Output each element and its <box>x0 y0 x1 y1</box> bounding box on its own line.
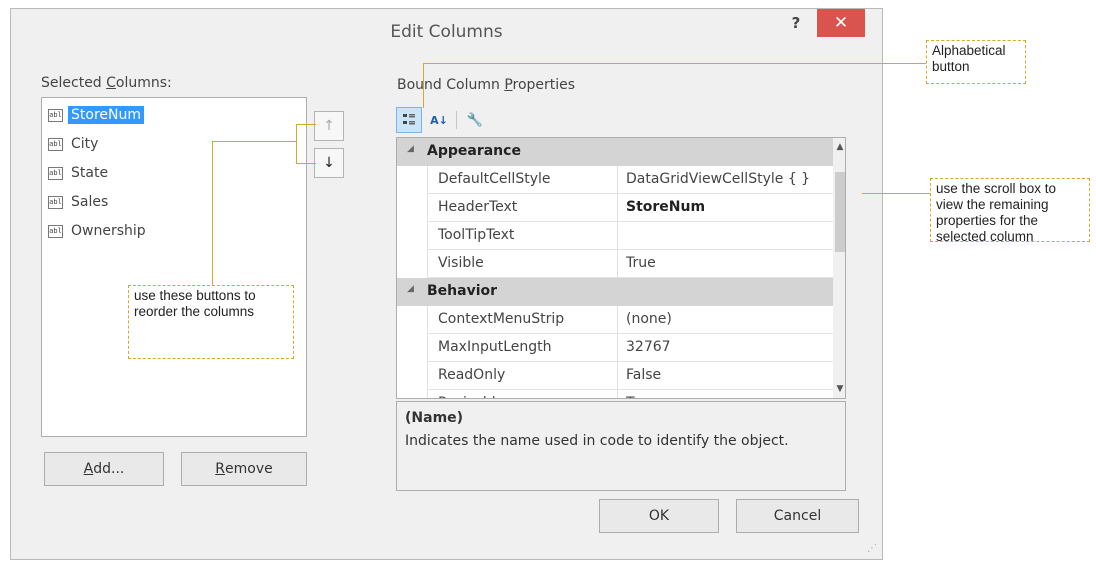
callout-scroll: use the scroll box to view the remaining… <box>930 178 1090 244</box>
property-name: Visible <box>427 250 617 278</box>
callout-line <box>212 141 296 142</box>
textbox-column-icon: abl <box>48 224 63 238</box>
property-name: MaxInputLength <box>427 334 617 362</box>
property-row[interactable]: Visible True <box>397 250 833 278</box>
property-row[interactable]: ResizableTrue <box>397 390 833 398</box>
edit-columns-dialog: Edit Columns ? ✕ Selected Columns: abl St… <box>10 8 883 560</box>
property-value[interactable]: StoreNum <box>617 194 833 222</box>
collapse-arrow-icon[interactable]: ◢ <box>407 144 414 154</box>
textbox-column-icon: abl <box>48 195 63 209</box>
remove-button[interactable]: Remove <box>181 452 307 486</box>
categorized-icon <box>403 114 415 125</box>
selected-columns-label: Selected Columns: <box>41 75 172 91</box>
property-value[interactable]: (none) <box>617 306 833 334</box>
property-row[interactable]: DefaultCellStyle DataGridViewCellStyle { … <box>397 166 833 194</box>
ok-button[interactable]: OK <box>599 499 719 533</box>
property-name: ContextMenuStrip <box>427 306 617 334</box>
collapse-arrow-icon[interactable]: ◢ <box>407 284 414 294</box>
column-name: State <box>71 165 109 181</box>
move-up-button[interactable]: ↑ <box>314 111 344 141</box>
alphabetical-button[interactable]: A↓ <box>426 107 452 133</box>
property-value[interactable]: True <box>617 390 833 398</box>
column-list-item[interactable]: abl City <box>48 133 98 155</box>
close-button[interactable]: ✕ <box>817 9 865 37</box>
category-name: Behavior <box>427 283 498 299</box>
category-row[interactable]: ◢ Behavior <box>397 278 833 306</box>
column-name: City <box>71 136 99 152</box>
property-value[interactable]: True <box>617 250 833 278</box>
property-row[interactable]: ToolTipText <box>397 222 833 250</box>
description-title: (Name) <box>405 410 464 426</box>
callout-line <box>212 141 213 285</box>
property-value[interactable] <box>617 222 833 250</box>
properties-toolbar: A↓ 🔧 <box>396 107 516 133</box>
scroll-box[interactable] <box>835 172 845 252</box>
property-grid-scrollbar[interactable]: ▲ ▼ <box>833 138 845 398</box>
column-list-item[interactable]: abl Ownership <box>48 220 146 242</box>
property-row[interactable]: MaxInputLength 32767 <box>397 334 833 362</box>
property-description-panel: (Name) Indicates the name used in code t… <box>396 401 846 491</box>
column-name: Ownership <box>71 223 146 239</box>
callout-line <box>296 163 316 164</box>
column-list-item[interactable]: abl State <box>48 162 108 184</box>
categorized-button[interactable] <box>396 107 422 133</box>
callout-line <box>296 124 297 164</box>
textbox-column-icon: abl <box>48 166 63 180</box>
add-button[interactable]: Add... <box>44 452 164 486</box>
toolbar-separator <box>456 111 457 129</box>
property-name: Resizable <box>427 390 617 398</box>
dialog-title: Edit Columns <box>390 22 503 42</box>
selected-columns-list[interactable]: abl StoreNum abl City abl State abl Sales abl Own… <box>41 97 307 437</box>
scroll-down-icon[interactable]: ▼ <box>833 384 845 394</box>
property-row[interactable]: HeaderText StoreNum <box>397 194 833 222</box>
category-row[interactable]: ◢ Appearance <box>397 138 833 166</box>
callout-line <box>862 193 930 194</box>
move-down-button[interactable]: ↓ <box>314 148 344 178</box>
textbox-column-icon: abl <box>48 108 63 122</box>
callout-line <box>296 124 316 125</box>
textbox-column-icon: abl <box>48 137 63 151</box>
arrow-down-icon: ↓ <box>323 155 335 171</box>
callout-alphabetical: Alphabetical button <box>926 40 1026 84</box>
property-value[interactable]: 32767 <box>617 334 833 362</box>
column-name: Sales <box>71 194 109 210</box>
cancel-button[interactable]: Cancel <box>736 499 859 533</box>
description-text: Indicates the name used in code to ident… <box>405 433 789 449</box>
help-button[interactable]: ? <box>781 9 811 37</box>
callout-line <box>423 63 926 64</box>
arrow-up-icon: ↑ <box>323 118 335 134</box>
property-row[interactable]: ReadOnly False <box>397 362 833 390</box>
property-pages-button[interactable]: 🔧 <box>462 107 488 133</box>
category-name: Appearance <box>427 143 521 159</box>
scroll-up-icon[interactable]: ▲ <box>833 142 845 152</box>
callout-line <box>423 63 424 108</box>
property-value[interactable]: DataGridViewCellStyle { } <box>617 166 833 194</box>
property-name: DefaultCellStyle <box>427 166 617 194</box>
alphabetical-sort-icon: A↓ <box>430 113 448 127</box>
property-row[interactable]: ContextMenuStrip (none) <box>397 306 833 334</box>
property-name: HeaderText <box>427 194 617 222</box>
property-value[interactable]: False <box>617 362 833 390</box>
wrench-icon: 🔧 <box>466 112 484 128</box>
callout-reorder: use these buttons to reorder the columns <box>128 285 294 359</box>
resize-grip-icon[interactable]: ⋰ <box>867 543 877 554</box>
column-list-item[interactable]: abl StoreNum <box>48 104 144 126</box>
property-name: ReadOnly <box>427 362 617 390</box>
column-name: StoreNum <box>68 106 144 124</box>
column-list-item[interactable]: abl Sales <box>48 191 108 213</box>
property-name: ToolTipText <box>427 222 617 250</box>
property-grid[interactable]: ◢ Appearance DefaultCellStyle DataGridViewC… <box>396 137 846 399</box>
